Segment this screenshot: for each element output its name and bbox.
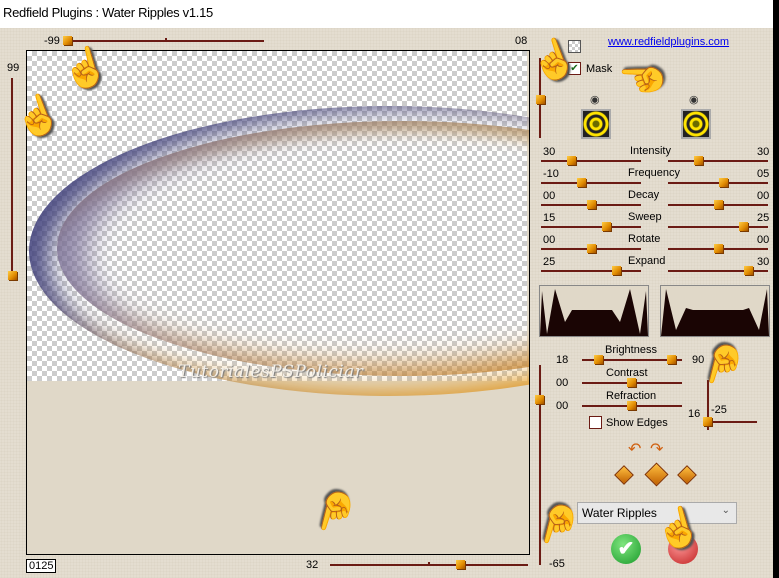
- curve-right[interactable]: [660, 285, 770, 337]
- pad-x-value: 16: [688, 408, 701, 420]
- watermark: TutorialesPSPoliciar: [178, 362, 364, 382]
- window-title: Redfield Plugins : Water Ripples v1.15: [3, 5, 213, 20]
- pad-htrack[interactable]: [707, 421, 757, 423]
- param-right-value: 30: [757, 256, 770, 268]
- gradient-thumb-right[interactable]: [681, 109, 711, 139]
- param-left-track[interactable]: [541, 182, 641, 184]
- bottom-slider-knob[interactable]: [456, 560, 465, 569]
- dice-small-right-icon[interactable]: [677, 465, 697, 485]
- preset-selected: Water Ripples: [582, 506, 657, 520]
- preview-area[interactable]: [26, 50, 530, 555]
- param-left-knob[interactable]: [587, 244, 596, 253]
- param-left-value: 15: [543, 212, 556, 224]
- pointing-hand-icon: ☝: [650, 502, 707, 556]
- param-label: Intensity: [630, 145, 671, 157]
- top-slider-knob[interactable]: [63, 36, 72, 45]
- param-left-value: 00: [543, 190, 556, 202]
- brightness-min-knob[interactable]: [594, 355, 603, 364]
- param-label: Decay: [628, 189, 660, 201]
- param-left-value: 30: [543, 146, 556, 158]
- show-edges-checkbox[interactable]: [589, 416, 602, 429]
- bottom-slider-value: 32: [306, 559, 319, 571]
- param-label: Frequency: [628, 167, 680, 179]
- bottom-slider-tick: [428, 562, 430, 564]
- param-left-knob[interactable]: [567, 156, 576, 165]
- param-left-knob[interactable]: [587, 200, 596, 209]
- pad-knob[interactable]: [703, 417, 712, 426]
- contrast-value: 00: [556, 377, 569, 389]
- param-left-track[interactable]: [541, 160, 641, 162]
- website-link[interactable]: www.redfieldplugins.com: [608, 36, 729, 48]
- left-slider-tick: [11, 177, 13, 179]
- top-slider-tick: [165, 38, 167, 40]
- mask-label: Mask: [586, 63, 613, 75]
- param-label: Expand: [628, 255, 666, 267]
- dice-large-icon[interactable]: [644, 462, 669, 487]
- pad-y-value: -25: [711, 404, 727, 416]
- redo-arrow-icon[interactable]: ↷: [650, 442, 663, 458]
- param-left-value: -10: [543, 168, 559, 180]
- ok-button[interactable]: ✔: [611, 534, 641, 564]
- top-slider-track[interactable]: [66, 40, 264, 42]
- param-right-track[interactable]: [668, 182, 768, 184]
- param-right-value: 25: [757, 212, 770, 224]
- pointing-hand-icon: ☝: [695, 337, 752, 391]
- param-right-knob[interactable]: [739, 222, 748, 231]
- left-slider-value: 99: [7, 62, 20, 74]
- brightness-label: Brightness: [605, 344, 657, 356]
- param-right-value: 00: [757, 190, 770, 202]
- curve-left[interactable]: [539, 285, 649, 337]
- param-left-knob[interactable]: [577, 178, 586, 187]
- preview-image: [27, 51, 527, 381]
- brightness-max-knob[interactable]: [667, 355, 676, 364]
- param-label: Rotate: [628, 233, 661, 245]
- bottom-slider-track[interactable]: [330, 564, 528, 566]
- param-left-knob[interactable]: [612, 266, 621, 275]
- param-right-value: 05: [757, 168, 770, 180]
- param-label: Sweep: [628, 211, 662, 223]
- frame-counter: 0125: [26, 559, 57, 573]
- right-top-value: 08: [515, 35, 528, 47]
- param-left-value: 25: [543, 256, 556, 268]
- contrast-knob[interactable]: [627, 378, 636, 387]
- param-right-track[interactable]: [668, 160, 768, 162]
- eye-icon-right[interactable]: ◉: [689, 93, 699, 106]
- dice-small-left-icon[interactable]: [614, 465, 634, 485]
- refraction-value: 00: [556, 400, 569, 412]
- brightness-min: 18: [556, 354, 569, 366]
- undo-arrow-icon[interactable]: ↶: [628, 442, 641, 458]
- param-right-knob[interactable]: [719, 178, 728, 187]
- param-left-value: 00: [543, 234, 556, 246]
- param-left-track[interactable]: [541, 226, 641, 228]
- refraction-knob[interactable]: [627, 401, 636, 410]
- param-right-knob[interactable]: [714, 244, 723, 253]
- chevron-down-icon: ⌄: [721, 505, 730, 516]
- param-right-knob[interactable]: [694, 156, 703, 165]
- param-right-value: 00: [757, 234, 770, 246]
- right-lower-value: -65: [549, 558, 565, 570]
- eye-icon-left[interactable]: ◉: [590, 93, 600, 106]
- left-slider-knob[interactable]: [8, 271, 17, 280]
- pointing-hand-icon: ☝: [622, 55, 665, 103]
- right-lower-slider-knob[interactable]: [535, 395, 544, 404]
- param-right-knob[interactable]: [744, 266, 753, 275]
- plugin-window: Redfield Plugins : Water Ripples v1.15 -…: [0, 0, 773, 578]
- param-right-track[interactable]: [668, 226, 768, 228]
- gradient-thumb-left[interactable]: [581, 109, 611, 139]
- param-left-knob[interactable]: [602, 222, 611, 231]
- param-left-track[interactable]: [541, 270, 641, 272]
- param-right-value: 30: [757, 146, 770, 158]
- top-slider-value: -99: [44, 35, 60, 47]
- show-edges-label: Show Edges: [606, 417, 668, 429]
- param-right-track[interactable]: [668, 270, 768, 272]
- right-top-slider-knob[interactable]: [536, 95, 545, 104]
- param-right-knob[interactable]: [714, 200, 723, 209]
- title-bar: Redfield Plugins : Water Ripples v1.15: [0, 0, 773, 28]
